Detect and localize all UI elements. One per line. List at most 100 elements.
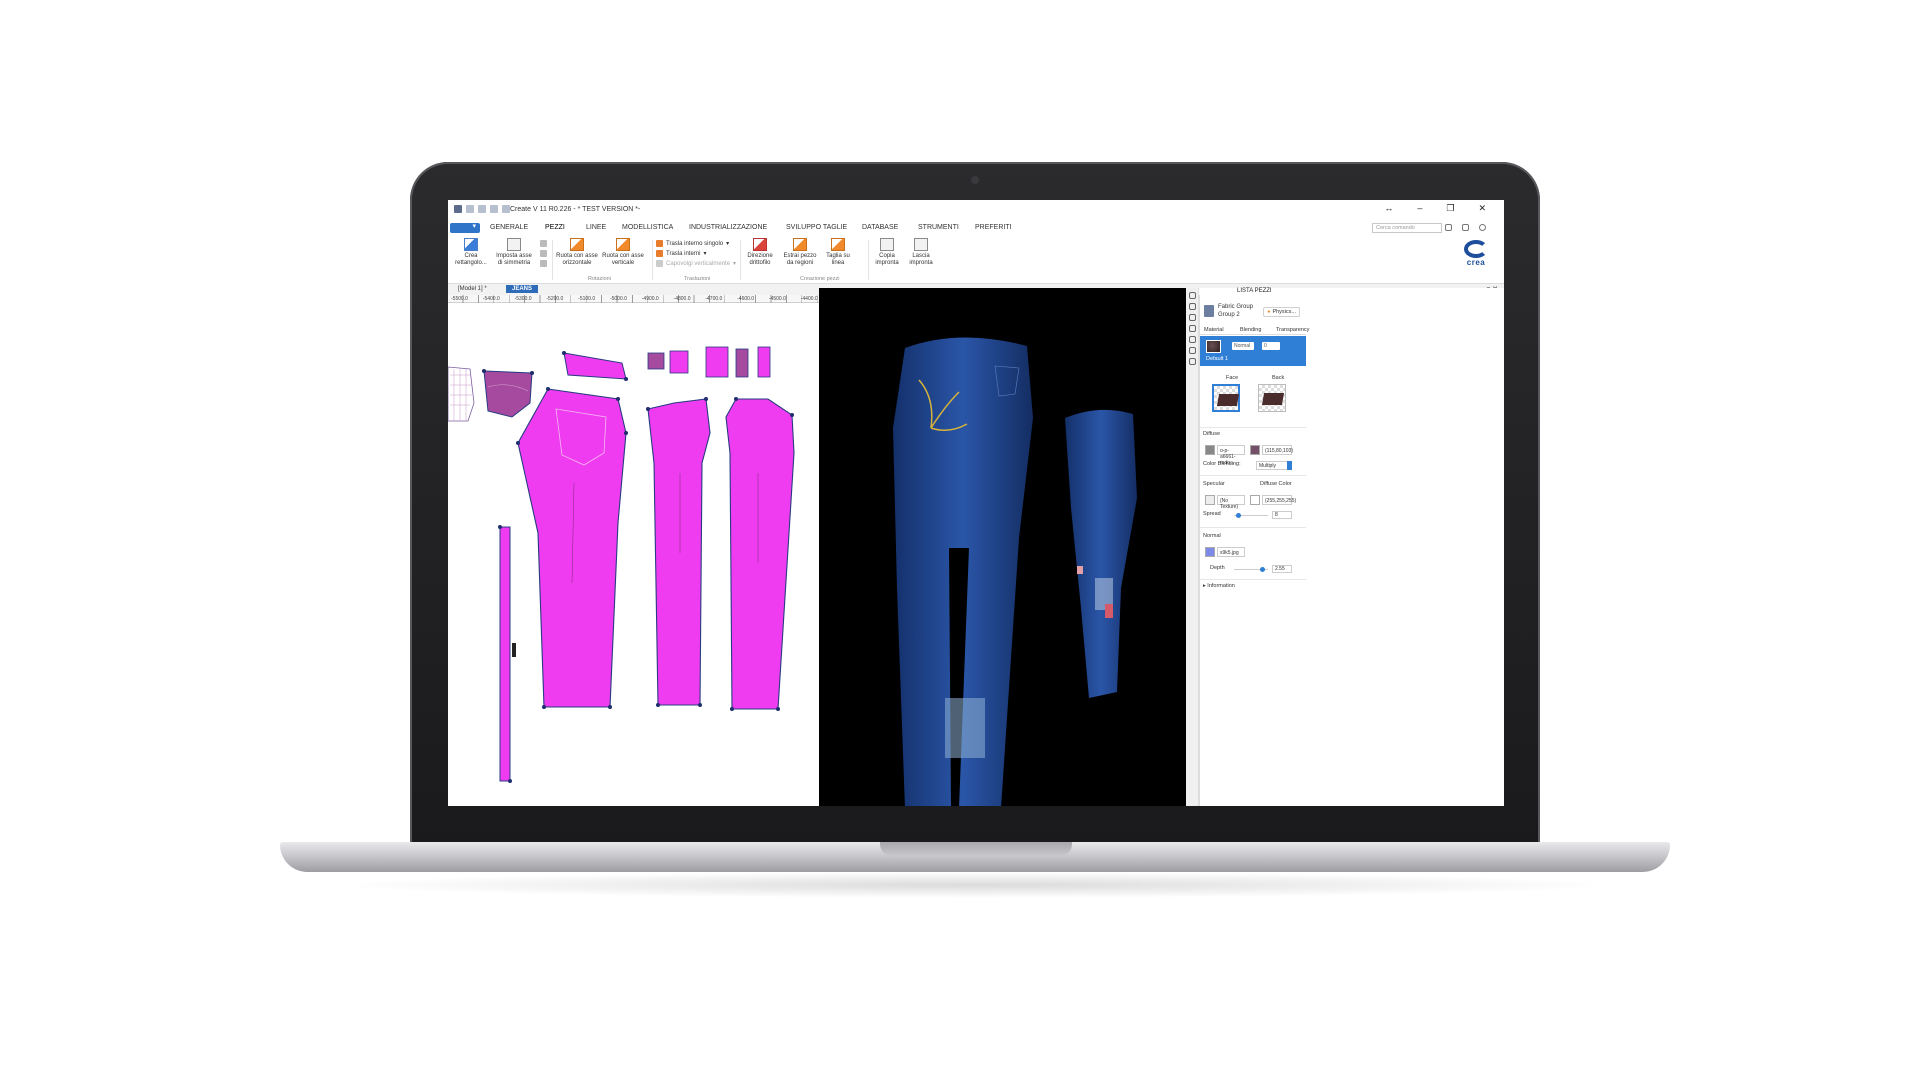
ruler-label: -4800.0 (673, 296, 691, 302)
back-pocket-piece[interactable] (483, 370, 533, 418)
file-menu-button[interactable] (450, 222, 480, 233)
direzione-drittofilo-button[interactable]: Direzione drittofilo (744, 238, 776, 266)
trasla-interni-button[interactable]: Trasla interni ▾ (656, 250, 706, 257)
small-tool-2[interactable] (540, 250, 547, 257)
color-blending-select[interactable]: Multiply (1256, 461, 1292, 470)
front-leg-piece[interactable] (647, 398, 711, 706)
fabric-group-row[interactable]: Fabric Group Group 2 Physics... (1204, 303, 1302, 323)
ruler-label: -4600.0 (737, 296, 755, 302)
ruota-orizzontale-button[interactable]: Ruota con asse orizzontale (556, 238, 598, 266)
maximize-button[interactable]: ❐ (1446, 203, 1454, 214)
diffuse-texture-field[interactable]: o-p-a6661-redn... (1217, 445, 1245, 466)
zoom-out-icon[interactable] (1188, 347, 1196, 354)
tab-blending[interactable]: Blending (1240, 327, 1261, 333)
app-icon[interactable] (454, 205, 462, 213)
back-leg-piece[interactable] (517, 388, 627, 708)
crea-logo-mark (1464, 240, 1488, 258)
ribbon: Crea rettangolo... Imposta asse di simme… (448, 236, 1504, 284)
normal-texture-thumb[interactable] (1205, 547, 1215, 557)
fit-view-icon[interactable] (1188, 358, 1196, 365)
material-value-field[interactable]: 0 (1262, 342, 1280, 350)
ruota-verticale-button[interactable]: Ruota con asse verticale (602, 238, 644, 266)
close-button[interactable]: ✕ (1478, 203, 1486, 214)
rectangle-icon (464, 238, 478, 251)
small-tool-3[interactable] (540, 260, 547, 267)
tab-strumenti[interactable]: STRUMENTI (918, 224, 959, 231)
open-icon[interactable] (478, 205, 486, 213)
small-pieces[interactable] (647, 346, 771, 378)
face-thumbnail[interactable] (1212, 384, 1240, 412)
capovolgi-verticalmente-button[interactable]: Capovolgi verticalmente ▾ (656, 260, 736, 267)
tab-generale[interactable]: GENERALE (490, 224, 528, 231)
diffuse-color-field[interactable]: (115,80,103) (1262, 445, 1293, 455)
diffuse-color-checkbox[interactable]: Diffuse Color (1260, 481, 1292, 487)
pan-view-icon[interactable] (1188, 303, 1196, 310)
arrow-down-icon[interactable] (1188, 325, 1196, 332)
command-search-input[interactable]: Cerca comando (1372, 223, 1442, 233)
fabric-swatch (1204, 305, 1214, 317)
physics-button[interactable]: Physics... (1263, 307, 1300, 317)
ruler-label: -5200.0 (546, 296, 564, 302)
spread-slider[interactable] (1234, 513, 1268, 518)
material-row-selected[interactable]: Default 1 Normal 0 (1200, 336, 1306, 366)
3d-view-toolbar (1186, 288, 1199, 806)
depth-input[interactable]: 2.55 (1272, 565, 1292, 573)
taglia-su-linea-button[interactable]: Taglia su linea (824, 238, 852, 266)
pin-icon[interactable] (1188, 314, 1196, 321)
grid-piece[interactable] (448, 366, 475, 422)
undo-icon[interactable] (490, 205, 498, 213)
settings-icon[interactable] (1462, 224, 1469, 231)
minimize-button[interactable]: – (1417, 203, 1422, 214)
tab-pezzi[interactable]: PEZZI (545, 224, 565, 231)
waistband-strip[interactable] (499, 526, 516, 782)
face-back-selector: Face Back (1200, 375, 1306, 423)
lascia-impronta-button[interactable]: Lascia impronta (906, 238, 936, 266)
copia-impronta-button[interactable]: Copia impronta (872, 238, 902, 266)
zoom-in-icon[interactable] (1188, 336, 1196, 343)
redo-icon[interactable] (502, 205, 510, 213)
jeans-side-model (1065, 409, 1137, 698)
tab-transparency[interactable]: Transparency (1276, 327, 1309, 333)
diffuse-texture-thumb[interactable] (1205, 445, 1215, 455)
crea-rettangolo-button[interactable]: Crea rettangolo... (454, 238, 488, 266)
diffuse-color-swatch[interactable] (1250, 445, 1260, 455)
tab-database[interactable]: DATABASE (862, 224, 898, 231)
laptop-shadow (330, 872, 1620, 898)
pattern-canvas-2d[interactable] (448, 303, 819, 806)
normal-texture-field[interactable]: s9k5.jpg (1217, 547, 1245, 557)
app-screen: Create V 11 R0.226 - * TEST VERSION *- ↔… (448, 200, 1504, 806)
crea-logo: crea (1462, 240, 1490, 267)
trasla-interno-singolo-button[interactable]: Trasla interno singolo ▾ (656, 240, 729, 247)
document-icon[interactable] (1445, 224, 1452, 231)
specular-texture-field[interactable]: (No Texture) (1217, 495, 1245, 510)
save-icon[interactable] (466, 205, 474, 213)
3d-view[interactable] (819, 288, 1186, 806)
spread-input[interactable]: 8 (1272, 511, 1292, 519)
specular-texture-thumb[interactable] (1205, 495, 1215, 505)
rotate-view-icon[interactable] (1188, 292, 1196, 299)
doc-tab-model[interactable]: [Model 1] * (458, 286, 487, 292)
tab-modellistica[interactable]: MODELLISTICA (622, 224, 673, 231)
estrai-pezzo-button[interactable]: Estrai pezzo da regioni (780, 238, 820, 266)
tab-material[interactable]: Material (1204, 327, 1224, 333)
yoke-piece[interactable] (563, 352, 627, 380)
camera-dot (971, 176, 979, 184)
tab-preferiti[interactable]: PREFERITI (975, 224, 1012, 231)
specular-color-swatch[interactable] (1250, 495, 1260, 505)
depth-slider[interactable] (1234, 567, 1268, 572)
tab-sviluppo-taglie[interactable]: SVILUPPO TAGLIE (786, 224, 847, 231)
information-expander[interactable]: ▸ Information (1203, 583, 1235, 589)
restore-layout-button[interactable]: ↔ (1384, 203, 1393, 214)
small-tool-1[interactable] (540, 240, 547, 247)
info-icon[interactable] (1479, 224, 1486, 231)
extract-piece-icon (793, 238, 807, 251)
tab-linee[interactable]: LINEE (586, 224, 606, 231)
imposta-asse-button[interactable]: Imposta asse di simmetria (494, 238, 534, 266)
doc-tab-jeans[interactable]: JEANS (506, 285, 539, 293)
tab-industrializzazione[interactable]: INDUSTRIALIZZAZIONE (689, 224, 767, 231)
material-mode-field[interactable]: Normal (1232, 342, 1254, 350)
front-leg-piece-2[interactable] (725, 398, 795, 710)
specular-color-field[interactable]: (255,255,255) (1262, 495, 1296, 505)
group-label-rotazioni: Rotazioni (588, 276, 611, 282)
back-thumbnail[interactable] (1258, 384, 1286, 412)
